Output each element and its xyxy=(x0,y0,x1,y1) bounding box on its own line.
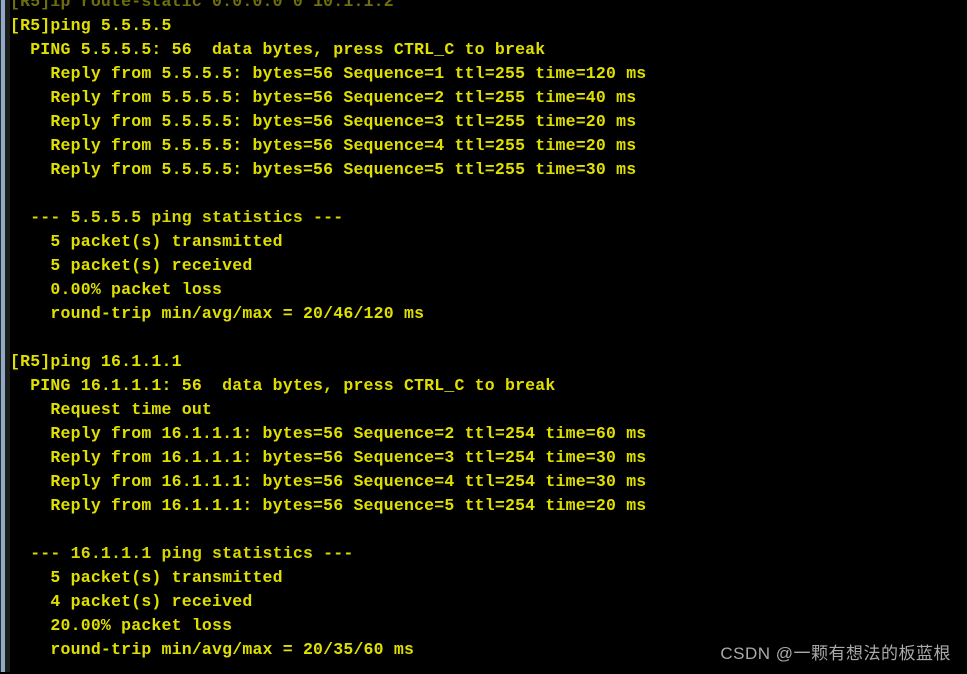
console-line: Reply from 5.5.5.5: bytes=56 Sequence=2 … xyxy=(10,88,637,107)
console-line: [R5]ip route-static 0.0.0.0 0 10.1.1.2 xyxy=(10,0,394,11)
console-line: [R5]ping 5.5.5.5 xyxy=(10,16,172,35)
console-line: 5 packet(s) transmitted xyxy=(10,232,283,251)
console-line: Reply from 16.1.1.1: bytes=56 Sequence=5… xyxy=(10,496,647,515)
console-line: Reply from 16.1.1.1: bytes=56 Sequence=2… xyxy=(10,424,647,443)
console-line: 5 packet(s) received xyxy=(10,256,253,275)
console-line: PING 5.5.5.5: 56 data bytes, press CTRL_… xyxy=(10,40,546,59)
console-line: 5 packet(s) transmitted xyxy=(10,568,283,587)
console-line: --- 16.1.1.1 ping statistics --- xyxy=(10,544,354,563)
console-line: 20.00% packet loss xyxy=(10,616,233,635)
console-line: [R5]ping 16.1.1.1 xyxy=(10,352,182,371)
terminal-window: [R5]ip route-static 0.0.0.0 0 10.1.1.2 [R… xyxy=(0,0,967,674)
console-line: --- 5.5.5.5 ping statistics --- xyxy=(10,208,344,227)
console-line: Reply from 5.5.5.5: bytes=56 Sequence=1 … xyxy=(10,64,647,83)
console-line: 0.00% packet loss xyxy=(10,280,223,299)
console-line: Request time out xyxy=(10,400,213,419)
console-output[interactable]: [R5]ip route-static 0.0.0.0 0 10.1.1.2 [R… xyxy=(10,0,967,674)
console-line: 4 packet(s) received xyxy=(10,592,253,611)
console-line: Reply from 5.5.5.5: bytes=56 Sequence=5 … xyxy=(10,160,637,179)
console-line: Reply from 16.1.1.1: bytes=56 Sequence=3… xyxy=(10,448,647,467)
console-line: Reply from 5.5.5.5: bytes=56 Sequence=3 … xyxy=(10,112,637,131)
console-line: Reply from 16.1.1.1: bytes=56 Sequence=4… xyxy=(10,472,647,491)
console-line: round-trip min/avg/max = 20/46/120 ms xyxy=(10,304,425,323)
console-line: Reply from 5.5.5.5: bytes=56 Sequence=4 … xyxy=(10,136,637,155)
console-line: PING 16.1.1.1: 56 data bytes, press CTRL… xyxy=(10,376,556,395)
csdn-watermark: CSDN @一颗有想法的板蓝根 xyxy=(720,644,951,663)
